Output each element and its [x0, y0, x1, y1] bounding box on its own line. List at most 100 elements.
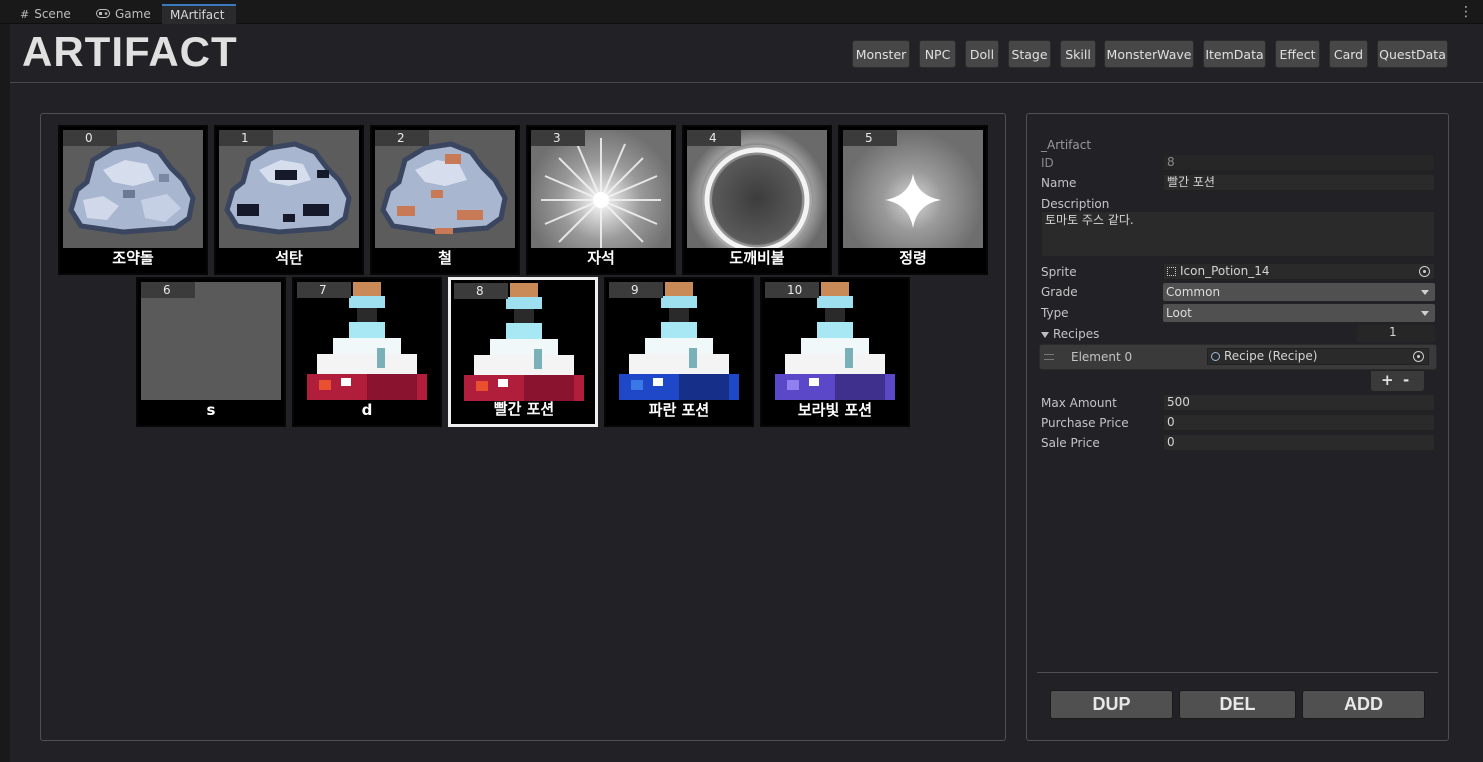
artifact-card[interactable]: 6 s: [136, 277, 286, 427]
purple-potion-icon: [765, 282, 905, 400]
kebab-menu-icon[interactable]: ⋮: [1459, 4, 1473, 20]
left-dock-strip: [0, 24, 10, 762]
blue-potion-icon: [609, 282, 749, 400]
delete-button[interactable]: DEL: [1179, 690, 1296, 719]
recipes-foldout[interactable]: Recipes: [1041, 327, 1099, 341]
inspector-panel: _Artifact ID 8 Name 빨간 포션 Description 토마…: [1026, 113, 1449, 741]
remove-element-button[interactable]: -: [1403, 371, 1409, 389]
foldout-arrow-icon: [1041, 332, 1049, 338]
item-id-badge: 6: [141, 282, 195, 298]
gamepad-icon: [96, 7, 110, 21]
list-add-remove: + -: [1371, 371, 1424, 391]
nav-button-questdata[interactable]: QuestData: [1377, 40, 1448, 68]
artifact-card[interactable]: 5 정령: [838, 125, 988, 275]
type-label: Type: [1041, 306, 1069, 320]
artifact-card[interactable]: 2 철: [370, 125, 520, 275]
duplicate-button[interactable]: DUP: [1050, 690, 1173, 719]
sprite-value: Icon_Potion_14: [1180, 264, 1270, 278]
drag-handle-icon[interactable]: [1044, 354, 1054, 360]
name-label: Name: [1041, 176, 1077, 190]
description-field[interactable]: 토마토 주스 같다.: [1041, 211, 1435, 257]
item-name-label: 파란 포션: [648, 401, 710, 419]
type-dropdown[interactable]: Loot: [1163, 304, 1435, 322]
item-id-badge: 1: [219, 130, 273, 146]
coal-rock-icon: [219, 130, 359, 248]
iron-ore-icon: [375, 130, 515, 248]
item-name-label: 석탄: [275, 249, 303, 267]
sale-price-field[interactable]: 0: [1163, 434, 1435, 451]
add-button[interactable]: ADD: [1302, 690, 1425, 719]
element-field[interactable]: Recipe (Recipe): [1207, 348, 1429, 365]
item-id-badge: 7: [297, 282, 351, 298]
grid-icon: #: [20, 7, 30, 21]
nav-button-card[interactable]: Card: [1329, 40, 1368, 68]
object-picker-icon[interactable]: [1419, 266, 1430, 277]
grade-label: Grade: [1041, 285, 1078, 299]
add-element-button[interactable]: +: [1381, 371, 1394, 389]
inspector-header: _Artifact: [1041, 138, 1092, 152]
tab-game[interactable]: Game: [88, 4, 159, 24]
tab-scene[interactable]: # Scene: [12, 4, 79, 24]
item-id-badge: 5: [843, 130, 897, 146]
nav-button-monster[interactable]: Monster: [852, 40, 910, 68]
starburst-icon: [531, 130, 671, 248]
item-name-label: d: [361, 401, 373, 419]
artifact-card[interactable]: 0 조약돌: [58, 125, 208, 275]
action-divider: [1037, 672, 1438, 673]
artifact-card[interactable]: 10 보라빛 포션: [760, 277, 910, 427]
element-value: Recipe (Recipe): [1224, 349, 1318, 363]
nav-button-doll[interactable]: Doll: [965, 40, 999, 68]
item-name-label: s: [206, 401, 216, 419]
tab-game-label: Game: [115, 7, 151, 21]
artifact-card[interactable]: 4 도깨비불: [682, 125, 832, 275]
item-name-label: 철: [438, 249, 452, 267]
page-title: ARTIFACT: [22, 28, 238, 75]
max-amount-label: Max Amount: [1041, 396, 1117, 410]
red-potion-icon: [454, 283, 594, 401]
artifact-card[interactable]: 3 자석: [526, 125, 676, 275]
recipes-list: Element 0 Recipe (Recipe): [1039, 344, 1437, 370]
artifact-card[interactable]: 9 파란 포션: [604, 277, 754, 427]
pebble-rock-icon: [63, 130, 203, 248]
artifact-grid-panel: 0 조약돌 1 석탄 2 철 3 자석 4 도깨비불 5 정령 6 s 7 d …: [40, 113, 1006, 741]
description-label: Description: [1041, 197, 1110, 211]
glowing-ring-icon: [687, 130, 827, 248]
item-name-label: 보라빛 포션: [797, 401, 873, 419]
nav-button-stage[interactable]: Stage: [1008, 40, 1051, 68]
grade-dropdown[interactable]: Common: [1163, 283, 1435, 301]
item-id-badge: 0: [63, 130, 117, 146]
tab-scene-label: Scene: [34, 7, 71, 21]
artifact-card[interactable]: 7 d: [292, 277, 442, 427]
nav-button-effect[interactable]: Effect: [1275, 40, 1320, 68]
tab-martifact[interactable]: MArtifact: [162, 4, 236, 24]
grade-value: Common: [1166, 285, 1221, 299]
recipes-count-field[interactable]: 1: [1357, 325, 1435, 342]
max-amount-field[interactable]: 500: [1163, 394, 1435, 411]
item-name-label: 정령: [899, 249, 927, 267]
object-picker-icon[interactable]: [1413, 351, 1424, 362]
sprite-label: Sprite: [1041, 265, 1077, 279]
sparkle-star-icon: [843, 130, 983, 248]
nav-button-npc[interactable]: NPC: [919, 40, 956, 68]
scriptable-object-icon: [1211, 352, 1220, 361]
nav-button-monsterwave[interactable]: MonsterWave: [1104, 40, 1194, 68]
nav-button-itemdata[interactable]: ItemData: [1203, 40, 1266, 68]
sale-price-label: Sale Price: [1041, 436, 1100, 450]
item-id-badge: 9: [609, 282, 663, 298]
sprite-icon: [1167, 267, 1176, 276]
item-id-badge: 2: [375, 130, 429, 146]
purchase-price-field[interactable]: 0: [1163, 414, 1435, 431]
type-value: Loot: [1166, 306, 1192, 320]
chevron-down-icon: [1421, 290, 1429, 295]
name-field[interactable]: 빨간 포션: [1163, 174, 1435, 191]
nav-button-skill[interactable]: Skill: [1060, 40, 1096, 68]
item-name-label: 도깨비불: [729, 249, 785, 267]
artifact-card-selected[interactable]: 8 빨간 포션: [448, 277, 598, 427]
artifact-card[interactable]: 1 석탄: [214, 125, 364, 275]
item-id-badge: 3: [531, 130, 585, 146]
id-label: ID: [1041, 156, 1054, 170]
item-name-label: 조약돌: [112, 249, 154, 267]
red-potion-icon: [297, 282, 437, 400]
sprite-field[interactable]: Icon_Potion_14: [1163, 263, 1435, 280]
header-divider: [10, 82, 1483, 83]
